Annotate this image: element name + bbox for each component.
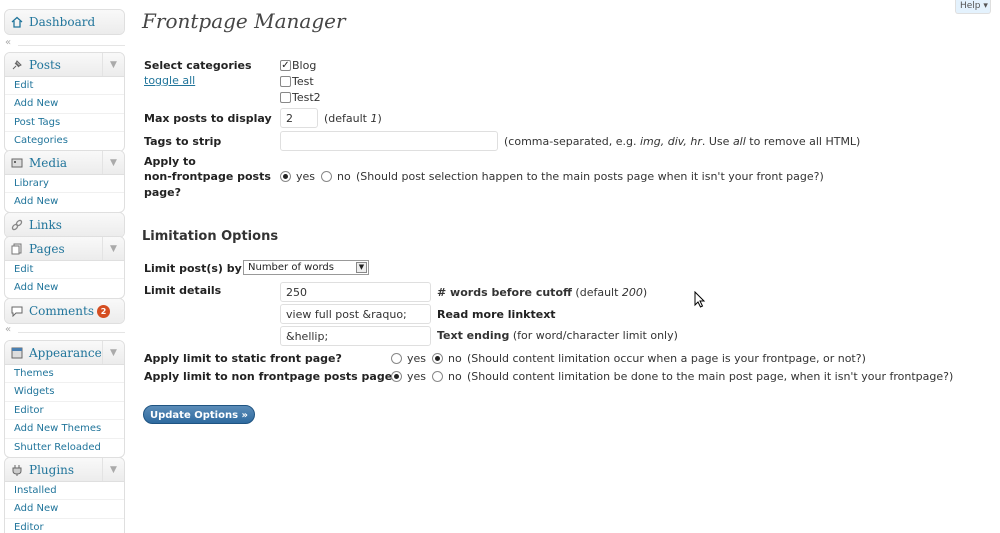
static-front-no-label: no [448,352,462,365]
category-checkbox-test[interactable] [280,76,291,87]
appearance-icon [11,347,23,359]
nonfront-limit-hint: (Should content limitation be done to th… [467,370,954,383]
apply-nonfront-label-line2: non-frontpage posts [144,170,271,183]
select-categories-label: Select categories [144,59,252,72]
menu-dashboard[interactable]: Dashboard [4,9,125,35]
page-title: Frontpage Manager [142,9,346,33]
menu-dashboard-label[interactable]: Dashboard [29,15,95,29]
submenu-media-library[interactable]: Library [5,175,124,194]
word-count-input[interactable] [280,282,431,302]
apply-nonfront-no-radio[interactable] [321,171,332,182]
mouse-pointer-icon [694,291,706,308]
media-icon [11,157,23,169]
apply-nonfront-label-line1: Apply to [144,155,196,168]
submenu-appearance-shutter-reloaded[interactable]: Shutter Reloaded [5,439,124,457]
menu-appearance: Appearance ▼ Themes Widgets Editor Add N… [4,340,125,458]
category-checkbox-test2[interactable] [280,92,291,103]
menu-appearance-label[interactable]: Appearance [29,346,102,360]
menu-media-label[interactable]: Media [29,156,67,170]
speech-bubble-icon [11,305,23,317]
apply-nonfront-label-line3: page? [144,186,182,199]
limit-by-selected-value: Number of words [248,262,334,273]
chevron-down-icon[interactable]: ▼ [102,151,124,174]
menu-plugins-label[interactable]: Plugins [29,463,74,477]
menu-posts: Posts ▼ Edit Add New Post Tags Categorie… [4,52,125,152]
chevron-down-icon[interactable]: ▼ [102,53,124,76]
apply-nonfront-no-label: no [337,170,351,183]
word-count-hint: # words before cutoff (default 200) [437,286,648,299]
max-posts-hint: (default 1) [324,112,382,125]
link-icon [11,219,23,231]
menu-pages: Pages ▼ Edit Add New [4,236,125,299]
category-label-test: Test [292,75,314,88]
menu-comments-label[interactable]: Comments [29,304,94,318]
menu-plugins: Plugins ▼ Installed Add New Editor [4,457,125,533]
help-tab[interactable]: Help ▾ [955,0,991,14]
category-checkbox-blog[interactable]: ✓ [280,60,291,71]
tags-to-strip-label: Tags to strip [144,135,222,148]
chevron-down-icon[interactable]: ▼ [102,341,124,364]
submenu-posts-categories[interactable]: Categories [5,132,124,150]
limit-by-label: Limit post(s) by [144,262,242,275]
max-posts-input[interactable] [280,108,318,128]
menu-pages-label[interactable]: Pages [29,242,65,256]
chevron-down-icon[interactable]: ▼ [102,458,124,481]
admin-sidebar: Dashboard Posts ▼ Edit Add New Post Tags… [0,0,128,533]
pushpin-icon [11,59,23,71]
max-posts-label: Max posts to display [144,112,272,125]
menu-separator[interactable] [4,37,125,49]
text-ending-input[interactable] [280,326,431,346]
submenu-appearance-widgets[interactable]: Widgets [5,383,124,402]
limit-details-label: Limit details [144,284,222,297]
menu-links[interactable]: Links [4,212,125,238]
tags-to-strip-hint: (comma-separated, e.g. img, div, hr. Use… [504,135,861,148]
text-ending-hint: Text ending (for word/character limit on… [437,329,678,342]
static-front-no-radio[interactable] [432,353,443,364]
submenu-plugins-editor[interactable]: Editor [5,519,124,533]
category-label-test2: Test2 [292,91,321,104]
submenu-posts-edit[interactable]: Edit [5,77,124,96]
static-front-yes-radio[interactable] [391,353,402,364]
menu-links-label[interactable]: Links [29,218,62,232]
read-more-text-input[interactable] [280,304,431,324]
submenu-appearance-themes[interactable]: Themes [5,365,124,384]
nonfront-limit-no-radio[interactable] [432,371,443,382]
static-front-yes-label: yes [407,352,427,365]
menu-posts-label[interactable]: Posts [29,58,61,72]
static-front-label: Apply limit to static front page? [144,352,342,365]
update-options-button[interactable]: Update Options » [143,405,255,424]
limit-by-select[interactable]: Number of words ▼ [243,260,369,275]
submenu-appearance-add-new-themes[interactable]: Add New Themes [5,420,124,439]
submenu-pages-add-new[interactable]: Add New [5,279,124,297]
apply-nonfront-yes-label: yes [296,170,316,183]
chevron-down-icon[interactable]: ▼ [102,237,124,260]
menu-separator[interactable] [4,324,125,336]
toggle-all-link[interactable]: toggle all [144,74,195,87]
apply-nonfront-hint: (Should post selection happen to the mai… [356,170,824,183]
nonfront-limit-yes-radio[interactable] [391,371,402,382]
menu-media: Media ▼ Library Add New [4,150,125,213]
tags-to-strip-input[interactable] [280,131,498,151]
plug-icon [11,464,23,476]
submenu-posts-tags[interactable]: Post Tags [5,114,124,133]
home-icon [11,16,23,28]
static-front-hint: (Should content limitation occur when a … [467,352,866,365]
nonfront-limit-no-label: no [448,370,462,383]
read-more-label: Read more linktext [437,308,556,321]
submenu-media-add-new[interactable]: Add New [5,193,124,211]
nonfront-limit-yes-label: yes [407,370,427,383]
pages-icon [11,243,23,255]
menu-comments[interactable]: Comments 2 [4,298,125,324]
dropdown-arrow-icon[interactable]: ▼ [356,262,367,273]
apply-nonfront-yes-radio[interactable] [280,171,291,182]
category-label-blog: Blog [292,59,317,72]
submenu-appearance-editor[interactable]: Editor [5,402,124,421]
submenu-plugins-add-new[interactable]: Add New [5,500,124,519]
submenu-plugins-installed[interactable]: Installed [5,482,124,501]
submenu-posts-add-new[interactable]: Add New [5,95,124,114]
submenu-pages-edit[interactable]: Edit [5,261,124,280]
limitation-options-heading: Limitation Options [142,229,279,244]
comments-count-badge: 2 [96,304,110,318]
nonfront-limit-label: Apply limit to non frontpage posts page? [144,370,399,383]
